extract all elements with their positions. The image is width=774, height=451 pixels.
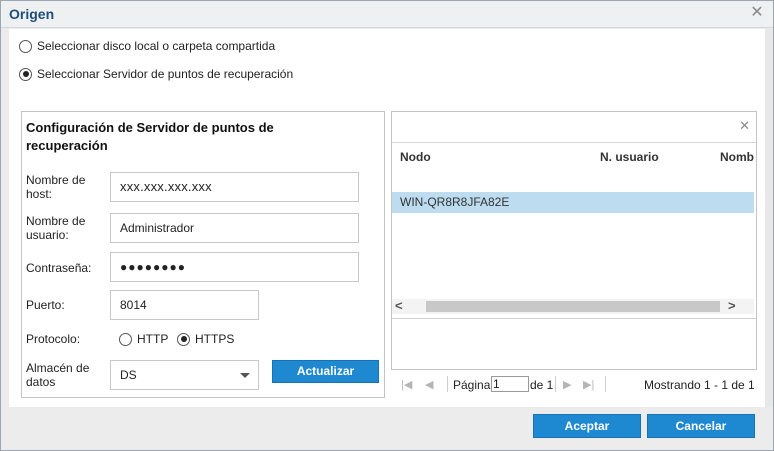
- host-input[interactable]: xxx.xxx.xxx.xxx: [110, 172, 359, 202]
- column-header-node[interactable]: Nodo: [400, 150, 431, 164]
- first-page-icon[interactable]: |◀: [401, 378, 412, 391]
- radio-recovery-server[interactable]: [19, 67, 32, 81]
- server-config-panel: Configuración de Servidor de puntos de r…: [21, 111, 385, 398]
- grid-header: Nodo N. usuario Nomb: [392, 142, 756, 190]
- password-label: Contraseña:: [26, 261, 92, 275]
- dialog-content: Seleccionar disco local o carpeta compar…: [9, 29, 765, 407]
- title-bar: Origen ✕: [1, 1, 773, 28]
- pager-divider: [447, 376, 448, 392]
- port-label: Puerto:: [26, 298, 65, 312]
- protocol-label: Protocolo:: [26, 332, 81, 346]
- vertical-scrollbar[interactable]: [765, 29, 773, 407]
- port-input[interactable]: 8014: [110, 290, 259, 320]
- protocol-http-option[interactable]: HTTP: [119, 332, 168, 346]
- store-select-value: DS: [120, 368, 137, 382]
- page-label: Página: [453, 378, 491, 392]
- password-input[interactable]: ●●●●●●●●: [110, 252, 359, 282]
- next-page-icon[interactable]: ▶: [563, 378, 571, 391]
- cancel-button[interactable]: Cancelar: [647, 414, 755, 438]
- column-header-name[interactable]: Nomb: [720, 150, 754, 164]
- scrollbar-thumb[interactable]: [426, 301, 720, 312]
- radio-http[interactable]: [119, 332, 132, 346]
- user-input[interactable]: Administrador: [110, 213, 359, 243]
- option-local-disk[interactable]: Seleccionar disco local o carpeta compar…: [19, 39, 275, 53]
- table-row[interactable]: WIN-QR8R8JFA82E: [392, 192, 754, 213]
- option-recovery-server-label: Seleccionar Servidor de puntos de recupe…: [37, 67, 294, 81]
- prev-page-icon[interactable]: ◀: [425, 378, 433, 391]
- chevron-down-icon: [240, 373, 250, 378]
- column-header-user[interactable]: N. usuario: [600, 150, 659, 164]
- page-number-input[interactable]: 1: [491, 376, 529, 392]
- showing-count: Mostrando 1 - 1 de 1: [644, 378, 755, 392]
- user-label: Nombre de usuario:: [26, 214, 86, 242]
- store-label: Almacén de datos: [26, 361, 90, 389]
- scroll-right-icon[interactable]: >: [728, 298, 736, 313]
- option-local-disk-label: Seleccionar disco local o carpeta compar…: [37, 39, 276, 53]
- close-icon[interactable]: ✕: [749, 5, 765, 21]
- protocol-http-label: HTTP: [137, 332, 169, 346]
- refresh-button[interactable]: Actualizar: [272, 360, 379, 383]
- clear-icon[interactable]: ✕: [739, 118, 750, 134]
- protocol-https-label: HTTPS: [195, 332, 235, 346]
- host-label: Nombre de host:: [26, 173, 86, 201]
- accept-button[interactable]: Aceptar: [533, 414, 641, 438]
- dialog-title: Origen: [9, 6, 55, 22]
- page-total-label: de 1: [530, 378, 554, 392]
- store-select[interactable]: DS: [110, 360, 259, 390]
- scroll-left-icon[interactable]: <: [395, 298, 403, 313]
- pager-divider: [555, 376, 556, 392]
- pagination-bar: |◀ ◀ Página 1 de 1 ▶ ▶| Mostrando 1 - 1 …: [391, 374, 757, 398]
- radio-local-disk[interactable]: [19, 39, 32, 53]
- source-dialog: Origen ✕ Seleccionar disco local o carpe…: [0, 0, 774, 451]
- node-grid-panel: ✕ Nodo N. usuario Nomb WIN-QR8R8JFA82E <…: [391, 111, 757, 370]
- server-config-title: Configuración de Servidor de puntos de r…: [26, 120, 274, 153]
- pager-divider: [605, 376, 606, 392]
- protocol-https-option[interactable]: HTTPS: [177, 332, 234, 346]
- last-page-icon[interactable]: ▶|: [583, 378, 594, 391]
- option-recovery-server[interactable]: Seleccionar Servidor de puntos de recupe…: [19, 67, 293, 81]
- grid-divider: [392, 318, 756, 319]
- radio-https[interactable]: [177, 332, 190, 346]
- horizontal-scrollbar[interactable]: < >: [392, 298, 754, 314]
